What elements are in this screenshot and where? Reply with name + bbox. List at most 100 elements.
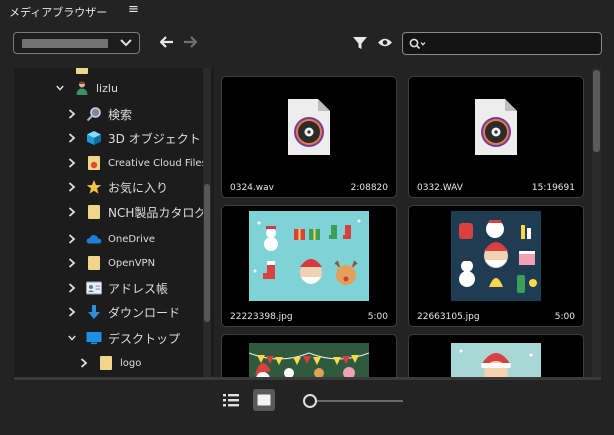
tree-item-label: logo xyxy=(120,357,142,369)
icon-view-button[interactable] xyxy=(253,389,275,411)
folder-icon xyxy=(74,68,90,76)
media-duration: 5:00 xyxy=(367,312,388,322)
tree-item-label: OneDrive xyxy=(108,233,156,245)
eye-icon[interactable] xyxy=(377,37,393,48)
media-file-name: 22663105.jpg xyxy=(417,312,480,322)
media-card[interactable]: 0324.wav 2:08820 xyxy=(221,76,397,198)
toolbar xyxy=(0,28,614,60)
tree-item-address-book[interactable]: アドレス帳 xyxy=(68,276,168,300)
media-duration: 5:00 xyxy=(554,312,575,322)
location-dropdown[interactable] xyxy=(13,32,140,54)
media-card[interactable] xyxy=(408,334,584,377)
audio-file-icon xyxy=(288,99,330,155)
tree-item-3d-objects[interactable]: 3D オブジェクト xyxy=(68,126,201,150)
christmas-image-thumbnail xyxy=(249,343,369,377)
folder-icon xyxy=(86,204,102,220)
media-duration: 15:19691 xyxy=(531,183,575,193)
chevron-right-icon[interactable] xyxy=(68,283,76,293)
tree-item-label: アドレス帳 xyxy=(108,281,169,296)
tree-scrollbar[interactable] xyxy=(203,68,211,377)
contact-card-icon xyxy=(86,280,102,296)
audio-file-icon xyxy=(475,99,517,155)
chevron-right-icon[interactable] xyxy=(68,133,76,143)
tree-item-label: デスクトップ xyxy=(108,331,181,346)
user-icon xyxy=(74,80,90,96)
cube-icon xyxy=(86,130,102,146)
media-thumbnail xyxy=(409,77,583,177)
media-duration: 2:08820 xyxy=(350,183,388,193)
chevron-right-icon[interactable] xyxy=(68,182,76,192)
chevron-right-icon[interactable] xyxy=(80,358,88,368)
tree-item-label: lizlu xyxy=(96,81,118,95)
zoom-slider-handle[interactable] xyxy=(303,394,317,408)
desktop-icon xyxy=(86,330,102,346)
christmas-image-thumbnail xyxy=(249,211,369,301)
tree-item-desktop[interactable]: デスクトップ xyxy=(68,326,180,350)
scrollbar-thumb[interactable] xyxy=(593,70,600,152)
download-icon xyxy=(86,304,102,320)
chevron-down-icon[interactable] xyxy=(68,333,76,343)
tree-item-logo[interactable]: logo xyxy=(80,351,141,375)
media-file-name: 0332.WAV xyxy=(417,183,463,193)
folder-icon xyxy=(86,255,102,271)
media-thumbnail xyxy=(409,206,583,306)
search-icon xyxy=(86,106,102,122)
zoom-slider-track[interactable] xyxy=(317,400,403,402)
star-icon xyxy=(86,179,102,195)
media-card[interactable] xyxy=(221,334,397,377)
forward-arrow-icon[interactable] xyxy=(183,36,197,48)
folder-icon xyxy=(98,355,114,371)
chevron-right-icon[interactable] xyxy=(68,307,76,317)
tree-item-label: Creative Cloud Files xyxy=(108,157,207,169)
media-grid-scrollbar[interactable] xyxy=(592,68,601,377)
media-card[interactable]: 22223398.jpg 5:00 xyxy=(221,205,397,327)
tree-item-label: 検索 xyxy=(108,107,133,122)
tree-item-downloads[interactable]: ダウンロード xyxy=(68,300,180,324)
tree-item-label: OpenVPN xyxy=(108,257,156,269)
location-value-redacted xyxy=(22,39,108,48)
media-thumbnail xyxy=(409,335,583,377)
tree-item-label: お気に入り xyxy=(108,180,169,195)
search-input[interactable] xyxy=(431,35,596,52)
tree-item-nch-catalog[interactable]: NCH製品カタログ xyxy=(68,200,206,224)
tree-item-label: 3D オブジェクト xyxy=(108,131,201,146)
media-thumbnail xyxy=(222,77,396,177)
christmas-image-thumbnail xyxy=(451,343,541,377)
chevron-right-icon[interactable] xyxy=(68,234,76,244)
chevron-down-icon xyxy=(120,39,132,47)
chevron-right-icon[interactable] xyxy=(68,109,76,119)
hamburger-icon[interactable]: ≡ xyxy=(128,2,139,17)
christmas-image-thumbnail xyxy=(451,211,541,301)
scrollbar-thumb[interactable] xyxy=(204,184,210,322)
tree-item-label: ダウンロード xyxy=(108,305,181,320)
panel-divider xyxy=(14,377,601,380)
media-thumbnail xyxy=(222,206,396,306)
folder-tree: lizlu 検索 3D オブジェクト Creative Cloud Files … xyxy=(14,68,214,377)
back-arrow-icon[interactable] xyxy=(160,36,174,48)
cc-folder-icon xyxy=(86,155,102,171)
media-card[interactable]: 22663105.jpg 5:00 xyxy=(408,205,584,327)
tree-item-onedrive[interactable]: OneDrive xyxy=(68,227,155,251)
media-card[interactable]: 0332.WAV 15:19691 xyxy=(408,76,584,198)
search-icon xyxy=(409,38,426,50)
tree-item-creative-cloud[interactable]: Creative Cloud Files xyxy=(68,151,207,175)
list-view-icon[interactable] xyxy=(223,393,239,407)
chevron-right-icon[interactable] xyxy=(68,258,76,268)
chevron-right-icon[interactable] xyxy=(68,158,76,168)
media-grid: 0324.wav 2:08820 0332.WAV 15:19691 22223… xyxy=(214,68,592,377)
tree-item-favorites[interactable]: お気に入り xyxy=(68,175,168,199)
tree-item-lizlu[interactable]: lizlu xyxy=(56,76,118,100)
panel-title: メディアブラウザー xyxy=(9,6,108,19)
media-file-name: 22223398.jpg xyxy=(230,312,293,322)
filter-icon[interactable] xyxy=(352,35,368,51)
tree-item-label: NCH製品カタログ xyxy=(108,205,207,220)
media-thumbnail xyxy=(222,335,396,377)
cloud-icon xyxy=(86,231,102,247)
tree-item-search[interactable]: 検索 xyxy=(68,102,132,126)
search-box[interactable] xyxy=(402,32,602,55)
media-file-name: 0324.wav xyxy=(230,183,274,193)
chevron-right-icon[interactable] xyxy=(68,207,76,217)
chevron-down-icon[interactable] xyxy=(56,83,64,93)
tree-item-openvpn[interactable]: OpenVPN xyxy=(68,251,155,275)
thumbnail-view-icon xyxy=(257,394,271,406)
